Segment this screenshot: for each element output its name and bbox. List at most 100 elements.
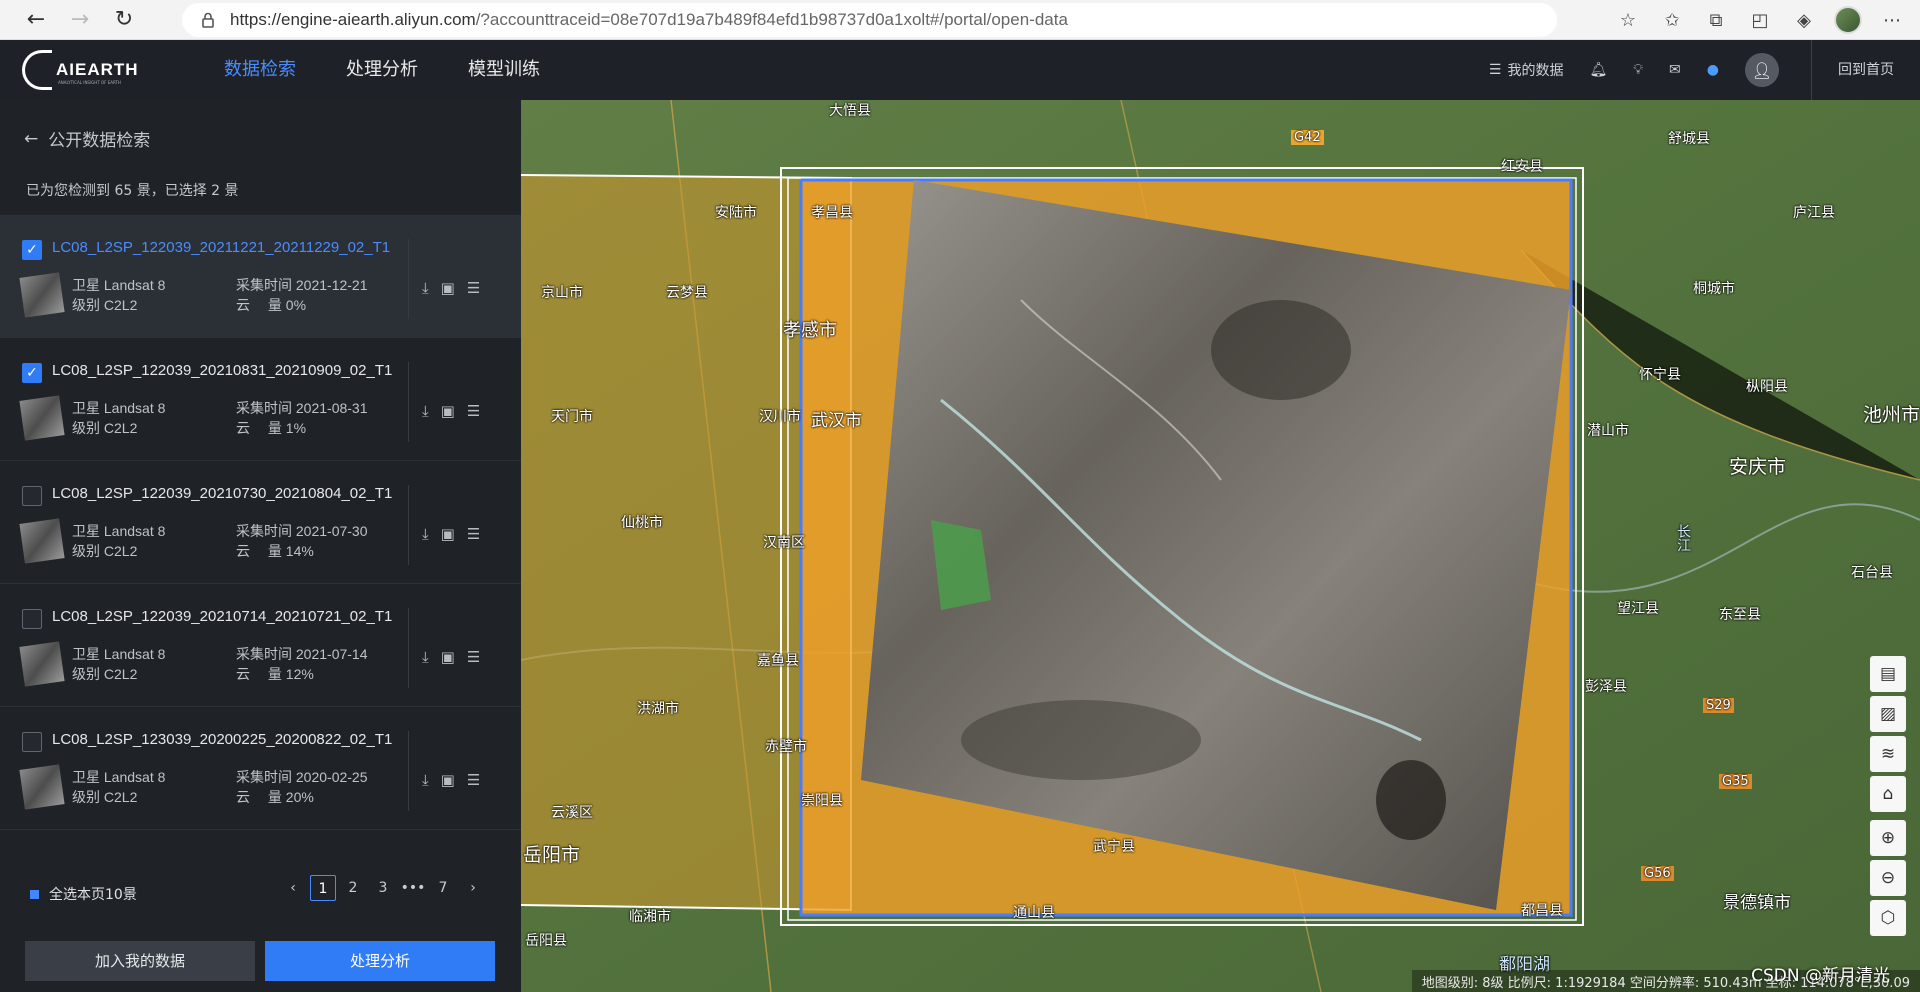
clipboard-icon[interactable]: ▣ — [441, 648, 455, 666]
scene-thumbnail — [19, 764, 65, 810]
search-sidebar: ← 公开数据检索 已为您检测到 65 景，已选择 2 景 ✓ LC08_L2SP… — [0, 100, 521, 992]
select-all-checkbox[interactable] — [30, 889, 39, 899]
download-icon[interactable]: ⤓ — [422, 525, 429, 543]
pagination-bar: 全选本页10景 ‹ 1 2 3 ••• 7 › — [0, 870, 521, 910]
list-item[interactable]: LC08_L2SP_122039_20210730_20210804_02_T1… — [0, 461, 521, 584]
3d-cube-icon[interactable]: ⬡ — [1870, 900, 1906, 936]
screenshot-icon[interactable]: ◰ — [1738, 0, 1782, 40]
watermark: CSDN @新月清光 — [1751, 966, 1890, 986]
map-label: 都昌县 — [1521, 903, 1563, 919]
profile-avatar[interactable] — [1826, 0, 1870, 40]
database-add-icon[interactable]: ☰ — [467, 648, 480, 666]
map-label: 仙桃市 — [621, 515, 663, 531]
nav-data-search[interactable]: 数据检索 — [224, 40, 296, 100]
back-home-link[interactable]: 回到首页 — [1811, 40, 1920, 100]
download-icon[interactable]: ⤓ — [422, 771, 429, 789]
page-3[interactable]: 3 — [370, 875, 396, 901]
map-label: 望江县 — [1617, 601, 1659, 617]
map-view[interactable]: 大悟县 G42 红安县 舒城县 安陆市 孝昌县 庐江县 京山市 云梦县 孝感市 … — [521, 100, 1920, 992]
result-list: ✓ LC08_L2SP_122039_20211221_20211229_02_… — [0, 215, 521, 845]
nav-model-training[interactable]: 模型训练 — [468, 40, 540, 100]
layers-icon[interactable]: ≋ — [1870, 736, 1906, 772]
bulb-icon[interactable]: 💡︎ — [1633, 62, 1643, 78]
prev-page-icon[interactable]: ‹ — [280, 875, 306, 901]
map-label: 崇阳县 — [801, 793, 843, 809]
map-label: S29 — [1703, 698, 1734, 713]
sidebar-title[interactable]: ← 公开数据检索 — [24, 126, 150, 152]
nav-analysis[interactable]: 处理分析 — [346, 40, 418, 100]
item-name[interactable]: LC08_L2SP_122039_20210831_20210909_02_T1 — [52, 362, 392, 379]
item-checkbox[interactable] — [22, 486, 42, 506]
globe-icon[interactable]: ● — [1707, 62, 1719, 78]
item-name[interactable]: LC08_L2SP_122039_20211221_20211229_02_T1 — [52, 239, 390, 256]
map-label: 京山市 — [541, 285, 583, 301]
add-my-data-button[interactable]: 加入我的数据 — [25, 941, 255, 981]
list-item[interactable]: ✓ LC08_L2SP_122039_20211221_20211229_02_… — [0, 215, 521, 338]
database-add-icon[interactable]: ☰ — [467, 771, 480, 789]
collections-icon[interactable]: ⧉ — [1694, 0, 1738, 40]
item-checkbox[interactable]: ✓ — [22, 363, 42, 383]
map-label: 汉川市 — [759, 409, 801, 425]
item-checkbox[interactable] — [22, 732, 42, 752]
clipboard-icon[interactable]: ▣ — [441, 525, 455, 543]
item-checkbox[interactable]: ✓ — [22, 240, 42, 260]
list-item[interactable]: ✓ LC08_L2SP_122039_20210831_20210909_02_… — [0, 338, 521, 461]
extension-icon[interactable]: ◈ — [1782, 0, 1826, 40]
page-7[interactable]: 7 — [430, 875, 456, 901]
page-2[interactable]: 2 — [340, 875, 366, 901]
map-label: 武汉市 — [811, 411, 862, 431]
zoom-out-icon[interactable]: ⊖ — [1870, 860, 1906, 896]
download-icon[interactable]: ⤓ — [422, 279, 429, 297]
map-label: 池州市 — [1863, 404, 1920, 426]
back-icon[interactable]: ← — [14, 0, 58, 40]
user-avatar[interactable]: 👤︎ — [1745, 53, 1779, 87]
star-add-icon[interactable]: ☆ — [1606, 0, 1650, 40]
map-label: 石台县 — [1851, 565, 1893, 581]
forward-icon[interactable]: → — [58, 0, 102, 40]
clipboard-icon[interactable]: ▣ — [441, 771, 455, 789]
favorites-icon[interactable]: ✩ — [1650, 0, 1694, 40]
database-add-icon[interactable]: ☰ — [467, 279, 480, 297]
database-add-icon[interactable]: ☰ — [467, 402, 480, 420]
clipboard-icon[interactable]: ▣ — [441, 279, 455, 297]
aiearth-logo[interactable]: AIEARTH ANALYTICAL INSIGHT OF EARTH — [22, 50, 139, 90]
next-page-icon[interactable]: › — [460, 875, 486, 901]
select-all-page[interactable]: 全选本页10景 — [30, 884, 137, 904]
download-icon[interactable]: ⤓ — [422, 648, 429, 666]
process-analysis-button[interactable]: 处理分析 — [265, 941, 495, 981]
page-ellipsis[interactable]: ••• — [400, 875, 426, 901]
item-name[interactable]: LC08_L2SP_123039_20200225_20200822_02_T1 — [52, 731, 392, 748]
database-add-icon[interactable]: ☰ — [467, 525, 480, 543]
item-name[interactable]: LC08_L2SP_122039_20210730_20210804_02_T1 — [52, 485, 392, 502]
map-label: G35 — [1719, 774, 1752, 789]
clipboard-icon[interactable]: ▣ — [441, 402, 455, 420]
item-checkbox[interactable] — [22, 609, 42, 629]
browser-toolbar: ← → ↻ https://engine-aiearth.aliyun.com/… — [0, 0, 1920, 40]
polygon-draw-icon[interactable]: ▨ — [1870, 696, 1906, 732]
reload-icon[interactable]: ↻ — [102, 0, 146, 40]
list-item[interactable]: LC08_L2SP_123039_20200225_20200822_02_T1… — [0, 707, 521, 830]
map-label: 东至县 — [1719, 607, 1761, 623]
map-label: 通山县 — [1013, 905, 1055, 921]
map-label: 桐城市 — [1693, 281, 1735, 297]
map-canvas — [521, 100, 1920, 992]
map-label: 彭泽县 — [1585, 679, 1627, 695]
list-item[interactable]: LC08_L2SP_122039_20210714_20210721_02_T1… — [0, 584, 521, 707]
scene-thumbnail — [19, 518, 65, 564]
arrow-left-icon[interactable]: ← — [24, 129, 38, 149]
map-label: 红安县 — [1501, 159, 1543, 175]
result-count: 已为您检测到 65 景，已选择 2 景 — [26, 183, 239, 199]
download-icon[interactable]: ⤓ — [422, 402, 429, 420]
item-name[interactable]: LC08_L2SP_122039_20210714_20210721_02_T1 — [52, 608, 392, 625]
main-nav: 数据检索 处理分析 模型训练 — [224, 40, 590, 100]
page-1[interactable]: 1 — [310, 875, 336, 901]
address-bar[interactable]: https://engine-aiearth.aliyun.com/?accou… — [182, 3, 1557, 37]
compare-icon[interactable]: ⌂ — [1870, 776, 1906, 812]
map-label: 孝昌县 — [811, 205, 853, 221]
my-data-link[interactable]: ☰ 我的数据 — [1489, 60, 1564, 80]
more-icon[interactable]: ⋯ — [1870, 0, 1914, 40]
zoom-in-icon[interactable]: ⊕ — [1870, 820, 1906, 856]
message-icon[interactable]: ✉ — [1669, 62, 1681, 78]
bell-icon[interactable]: 🔔︎ — [1589, 62, 1607, 78]
table-icon[interactable]: ▤ — [1870, 656, 1906, 692]
